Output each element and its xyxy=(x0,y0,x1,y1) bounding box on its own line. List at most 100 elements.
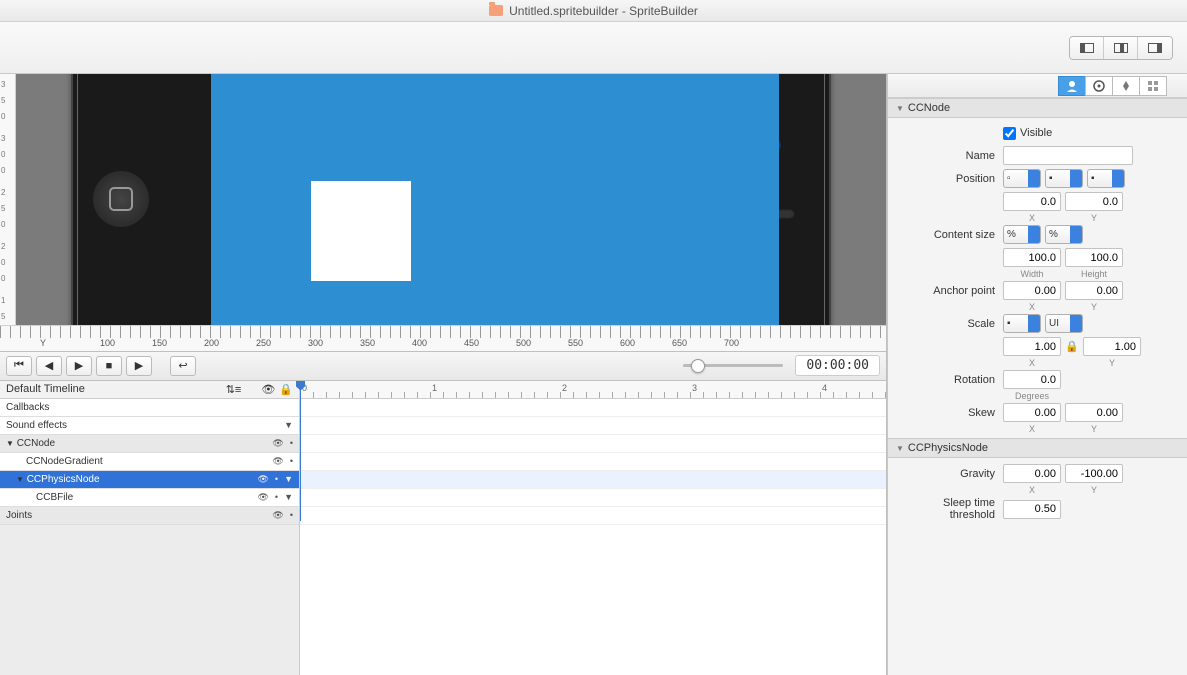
tab-physics[interactable] xyxy=(1112,76,1140,96)
zoom-slider[interactable] xyxy=(683,364,783,367)
eye-icon[interactable]: 👁 xyxy=(272,456,283,467)
timeline-body: Callbacks Sound effects▼▼ CCNode👁• CCNod… xyxy=(0,399,886,675)
keyframe-dot-icon[interactable]: • xyxy=(290,510,293,520)
position-xunit-dropdown[interactable]: ▪ xyxy=(1045,169,1083,188)
panel-center-icon xyxy=(1114,43,1128,53)
name-input[interactable] xyxy=(1003,146,1133,165)
rotation-input[interactable] xyxy=(1003,370,1061,389)
position-ref-dropdown[interactable]: ▫ xyxy=(1003,169,1041,188)
content-width-input[interactable] xyxy=(1003,248,1061,267)
tab-code-connections[interactable] xyxy=(1085,76,1113,96)
timeline-row[interactable]: Callbacks xyxy=(0,399,299,417)
keyframe-dot-icon[interactable]: • xyxy=(290,456,293,466)
content-height-input[interactable] xyxy=(1065,248,1123,267)
disclosure-icon[interactable]: ▼ xyxy=(16,475,24,484)
expand-icon[interactable]: ▼ xyxy=(284,492,293,502)
keyframe-dot-icon[interactable]: • xyxy=(290,438,293,448)
ccbfile-node[interactable] xyxy=(311,181,411,281)
sleep-threshold-input[interactable] xyxy=(1003,500,1061,519)
loop-button[interactable]: ↩ xyxy=(170,356,196,376)
gravity-label: Gravity xyxy=(898,468,1003,480)
timeline-row[interactable]: CCNodeGradient 👁 • xyxy=(0,453,299,471)
inspector-panel: CCNode Visible Name Position ▫ ▪ ▪ xyxy=(887,74,1187,675)
timeline-lane[interactable] xyxy=(300,435,886,453)
step-forward-button[interactable]: ▶ xyxy=(66,356,92,376)
anchor-x-input[interactable] xyxy=(1003,281,1061,300)
visible-checkbox[interactable] xyxy=(1003,127,1016,140)
timeline-options-icon[interactable]: ⇅≡ xyxy=(226,383,242,396)
expand-icon[interactable]: ▼ xyxy=(284,474,293,484)
gravity-y-input[interactable] xyxy=(1065,464,1123,483)
scale-ui-dropdown[interactable]: UI xyxy=(1045,314,1083,333)
track-label: CCNodeGradient xyxy=(26,456,103,467)
position-label: Position xyxy=(898,173,1003,185)
rotation-label: Rotation xyxy=(898,374,1003,386)
scene-node[interactable] xyxy=(211,74,779,351)
content-wunit-dropdown[interactable]: % xyxy=(1003,225,1041,244)
timeline-lane[interactable] xyxy=(300,507,886,525)
play-button[interactable]: ▶ xyxy=(126,356,152,376)
canvas-stage[interactable] xyxy=(16,74,886,325)
skew-x-input[interactable] xyxy=(1003,403,1061,422)
scale-lock-icon[interactable]: 🔒 xyxy=(1065,340,1079,353)
eye-icon[interactable]: 👁 xyxy=(257,474,268,485)
timeline-lanes xyxy=(300,399,886,675)
keyframe-dot-icon[interactable]: • xyxy=(275,474,278,484)
timeline-row[interactable]: ▼ CCPhysicsNode👁•▼ xyxy=(0,471,299,489)
timeline-lane[interactable] xyxy=(300,471,886,489)
eye-icon[interactable]: 👁 xyxy=(272,438,283,449)
skew-y-input[interactable] xyxy=(1065,403,1123,422)
tab-item-properties[interactable] xyxy=(1058,76,1086,96)
skew-label: Skew xyxy=(898,407,1003,419)
vertical-ruler: 350 300 250 200 150 100 50 xyxy=(0,74,16,325)
timeline-row[interactable]: Sound effects▼ xyxy=(0,417,299,435)
document-name: Untitled.spritebuilder - SpriteBuilder xyxy=(509,4,698,18)
stop-button[interactable]: ■ xyxy=(96,356,122,376)
scale-y-input[interactable] xyxy=(1083,337,1141,356)
step-back-button[interactable]: ◀ xyxy=(36,356,62,376)
section-ccnode[interactable]: CCNode xyxy=(888,98,1187,118)
timeline-lane[interactable] xyxy=(300,417,886,435)
tab-template[interactable] xyxy=(1139,76,1167,96)
scale-label: Scale xyxy=(898,318,1003,330)
speaker-icon xyxy=(751,209,795,219)
timeline-lane[interactable] xyxy=(300,489,886,507)
layout-right-button[interactable] xyxy=(1138,37,1172,59)
timeline-header: Default Timeline ⇅≡ 👁 🔒 0 1 2 3 4 xyxy=(0,381,886,399)
section-ccphysicsnode[interactable]: CCPhysicsNode xyxy=(888,438,1187,458)
content-hunit-dropdown[interactable]: % xyxy=(1045,225,1083,244)
panel-layout-segmented xyxy=(1069,36,1173,60)
home-button-icon xyxy=(93,171,149,227)
track-label: CCNode xyxy=(17,438,55,449)
timeline-row[interactable]: Joints👁• xyxy=(0,507,299,525)
target-icon xyxy=(1093,80,1105,92)
position-y-input[interactable] xyxy=(1065,192,1123,211)
position-yunit-dropdown[interactable]: ▪ xyxy=(1087,169,1125,188)
sleep-label: Sleep time threshold xyxy=(898,497,1003,521)
timeline-row[interactable]: ▼ CCNode 👁 • xyxy=(0,435,299,453)
keyframe-dot-icon[interactable]: • xyxy=(275,492,278,502)
anchor-y-input[interactable] xyxy=(1065,281,1123,300)
playhead[interactable] xyxy=(300,381,301,521)
position-x-input[interactable] xyxy=(1003,192,1061,211)
scale-x-input[interactable] xyxy=(1003,337,1061,356)
gravity-x-input[interactable] xyxy=(1003,464,1061,483)
disclosure-icon[interactable]: ▼ xyxy=(6,439,14,448)
layout-center-button[interactable] xyxy=(1104,37,1138,59)
timeline-row[interactable]: CCBFile👁•▼ xyxy=(0,489,299,507)
camera-icon xyxy=(769,139,781,151)
timeline-tracks: Callbacks Sound effects▼▼ CCNode👁• CCNod… xyxy=(0,399,300,675)
timeline-lane[interactable] xyxy=(300,453,886,471)
goto-start-button[interactable]: ⏮ xyxy=(6,356,32,376)
scale-type-dropdown[interactable]: ▪ xyxy=(1003,314,1041,333)
timeline-ruler[interactable]: 0 1 2 3 4 xyxy=(300,381,886,398)
name-label: Name xyxy=(898,150,1003,162)
eye-icon[interactable]: 👁 xyxy=(272,510,283,521)
eye-icon[interactable]: 👁 xyxy=(257,492,268,503)
timeline-lane[interactable] xyxy=(300,399,886,417)
layout-left-button[interactable] xyxy=(1070,37,1104,59)
expand-icon[interactable]: ▼ xyxy=(284,420,293,430)
device-frame xyxy=(71,74,831,351)
visibility-column-icon: 👁 xyxy=(261,383,275,396)
timeline-selector[interactable]: Default Timeline xyxy=(6,383,85,395)
